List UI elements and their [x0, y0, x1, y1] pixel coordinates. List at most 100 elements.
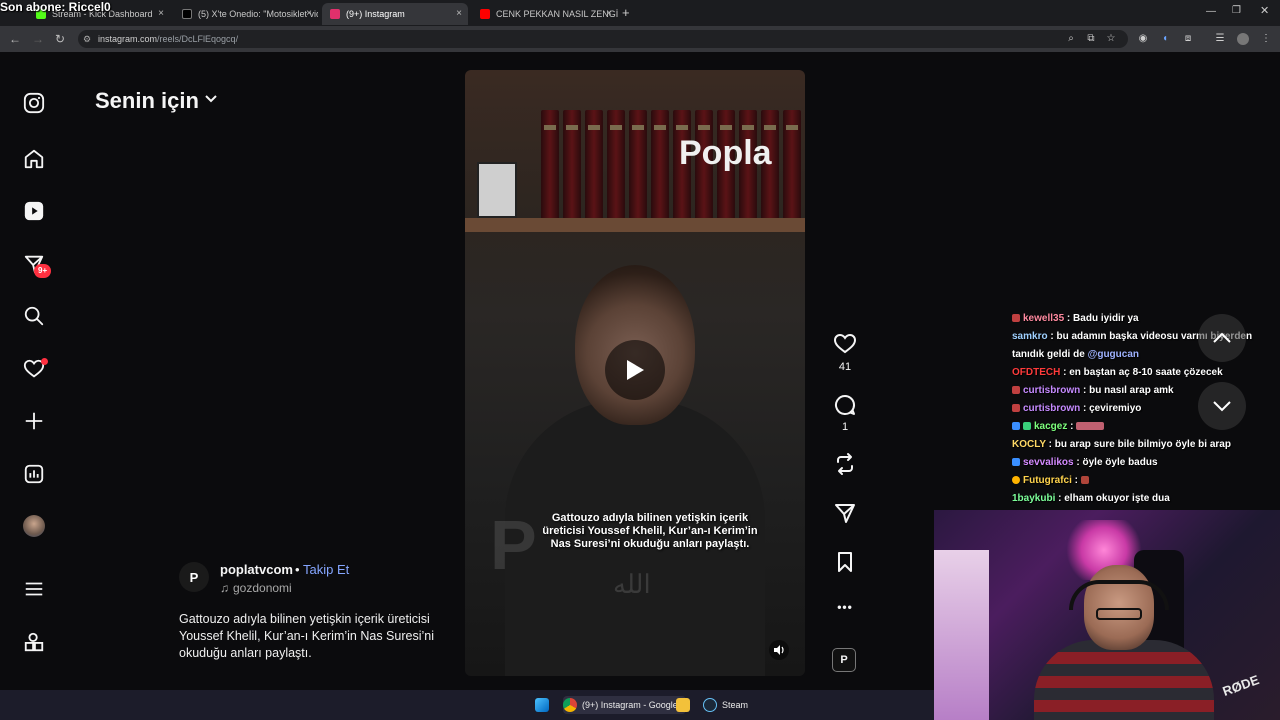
- close-tab-icon[interactable]: ×: [306, 8, 312, 19]
- new-tab-button[interactable]: +: [622, 5, 630, 20]
- extension-icon[interactable]: ◉: [1137, 33, 1149, 45]
- taskbar-chrome[interactable]: (9+) Instagram - Google: [563, 696, 686, 714]
- next-reel-button[interactable]: [1198, 382, 1246, 430]
- shirt-text: الله: [613, 570, 651, 600]
- chat-emote-icon: [1076, 422, 1105, 431]
- apps-grid-icon[interactable]: [22, 630, 46, 654]
- chat-username: 1baykubi: [1012, 493, 1056, 504]
- windows-taskbar: (9+) Instagram - Google Steam: [0, 690, 934, 720]
- tab-x-onedio[interactable]: (5) X'te Onedio: "Motosiklet vid ×: [174, 3, 318, 25]
- follow-button[interactable]: Takip Et: [303, 562, 349, 577]
- close-window-icon[interactable]: ✕: [1260, 4, 1269, 17]
- site-info-icon[interactable]: ⚙: [83, 30, 91, 48]
- chat-message: Futugrafci :: [1012, 472, 1272, 490]
- comment-count: 1: [841, 421, 849, 433]
- user-badge-icon: [1023, 422, 1031, 431]
- author-avatar[interactable]: P: [179, 562, 209, 592]
- chat-message: sevvalikos : öyle öyle badus: [1012, 454, 1272, 472]
- comment-icon[interactable]: [832, 393, 858, 422]
- popla-logo: Popla: [679, 134, 772, 172]
- chevron-down-icon[interactable]: [204, 92, 218, 107]
- user-badge-icon: [1012, 422, 1020, 431]
- chat-text: bu arap sure bile bilmiyo öyle bi arap: [1054, 439, 1231, 450]
- minimize-icon[interactable]: —: [1206, 6, 1216, 17]
- close-tab-icon[interactable]: ×: [606, 8, 612, 19]
- save-bookmark-icon[interactable]: [832, 550, 858, 579]
- taskbar-steam[interactable]: Steam: [703, 696, 748, 714]
- audio-row[interactable]: ♫ gozdonomi: [220, 581, 292, 595]
- tab-youtube[interactable]: CENK PEKKAN NASIL ZENGİN O ×: [472, 3, 618, 25]
- back-icon[interactable]: ←: [9, 32, 21, 46]
- book-spine: [607, 110, 625, 220]
- book-spine: [585, 110, 603, 220]
- more-options-icon[interactable]: •••: [832, 600, 858, 614]
- close-tab-icon[interactable]: ×: [456, 8, 462, 19]
- windows-logo-icon: [535, 698, 549, 712]
- url-bar[interactable]: ⚙ instagram.com/reels/DcLFlEqogcq/: [78, 30, 1128, 48]
- decor-box: [477, 162, 517, 218]
- video-subtitle: Gattouzo adıyla bilinen yetişkin içerik …: [542, 512, 758, 550]
- reel-caption: Gattouzo adıyla bilinen yetişkin içerik …: [179, 612, 434, 660]
- profile-avatar[interactable]: [22, 514, 46, 538]
- feed-title[interactable]: Senin için: [95, 88, 199, 114]
- chat-username: sevvalikos: [1023, 457, 1074, 468]
- author-username[interactable]: poplatvcom: [220, 562, 293, 577]
- chat-message: KOCLY : bu arap sure bile bilmiyo öyle b…: [1012, 439, 1231, 450]
- browser-tab-bar: Stream - Kick Dashboard × (5) X'te Onedi…: [0, 0, 1280, 26]
- book-spine: [541, 110, 559, 220]
- tab-instagram[interactable]: (9+) Instagram ×: [322, 3, 468, 25]
- separator-dot: •: [295, 562, 300, 577]
- reels-icon[interactable]: [22, 199, 46, 223]
- previous-reel-button[interactable]: [1198, 314, 1246, 362]
- dashboard-icon[interactable]: [22, 462, 46, 486]
- book-spine: [651, 110, 669, 220]
- instagram-icon: [330, 9, 340, 19]
- home-icon[interactable]: [22, 147, 46, 171]
- extension-audio-icon[interactable]: ◖: [1159, 33, 1171, 45]
- music-note-icon: ♫: [220, 581, 229, 595]
- reel-video[interactable]: Popla الله P Gattouzo adıyla bilinen yet…: [465, 70, 805, 676]
- streamer-body: [1034, 640, 1214, 720]
- user-badge-icon: [1012, 476, 1020, 485]
- zoom-icon[interactable]: ⌕: [1065, 33, 1077, 45]
- book-spine: [629, 110, 647, 220]
- glasses: [1096, 608, 1142, 620]
- chat-username: kacgez: [1034, 421, 1068, 432]
- bookmark-star-icon[interactable]: ☆: [1105, 33, 1117, 45]
- speaker-icon[interactable]: [769, 640, 789, 660]
- reading-list-icon[interactable]: ☰: [1214, 33, 1226, 45]
- chat-username: KOCLY: [1012, 439, 1046, 450]
- repost-icon[interactable]: [832, 452, 858, 481]
- menu-hamburger-icon[interactable]: [22, 577, 46, 601]
- start-button[interactable]: [535, 696, 554, 714]
- forward-icon[interactable]: →: [32, 32, 44, 46]
- instagram-logo-icon[interactable]: [22, 91, 46, 115]
- create-plus-icon[interactable]: [22, 409, 46, 433]
- maximize-icon[interactable]: ❐: [1232, 5, 1241, 16]
- audio-name: gozdonomi: [233, 581, 292, 595]
- folder-icon: [676, 698, 690, 712]
- pc-case: [934, 550, 989, 720]
- like-heart-icon[interactable]: [832, 332, 858, 361]
- search-icon[interactable]: [22, 304, 46, 328]
- cast-icon[interactable]: ⧉: [1085, 33, 1097, 45]
- chat-message: OFDTECH : en baştan aç 8-10 saate çözece…: [1012, 367, 1223, 378]
- tab-title: (5) X'te Onedio: "Motosiklet vid: [198, 9, 318, 19]
- profile-avatar-icon[interactable]: [1237, 33, 1249, 45]
- close-tab-icon[interactable]: ×: [158, 8, 164, 19]
- steam-icon: [703, 698, 717, 712]
- url-host: instagram.com: [98, 34, 158, 44]
- reload-icon[interactable]: ↻: [55, 32, 65, 46]
- play-icon[interactable]: [605, 340, 665, 400]
- x-logo-icon: [182, 9, 192, 19]
- audio-author-thumbnail[interactable]: P: [832, 648, 856, 672]
- user-badge-icon: [1012, 404, 1020, 413]
- chrome-menu-icon[interactable]: ⋮: [1260, 33, 1272, 45]
- messages-badge: 9+: [34, 264, 52, 278]
- book-spine: [563, 110, 581, 220]
- chat-text: en baştan aç 8-10 saate çözecek: [1069, 367, 1223, 378]
- extensions-puzzle-icon[interactable]: ⧈: [1182, 33, 1194, 45]
- taskbar-file-explorer[interactable]: [676, 696, 695, 714]
- share-icon[interactable]: [832, 501, 858, 530]
- book-spine: [783, 110, 801, 220]
